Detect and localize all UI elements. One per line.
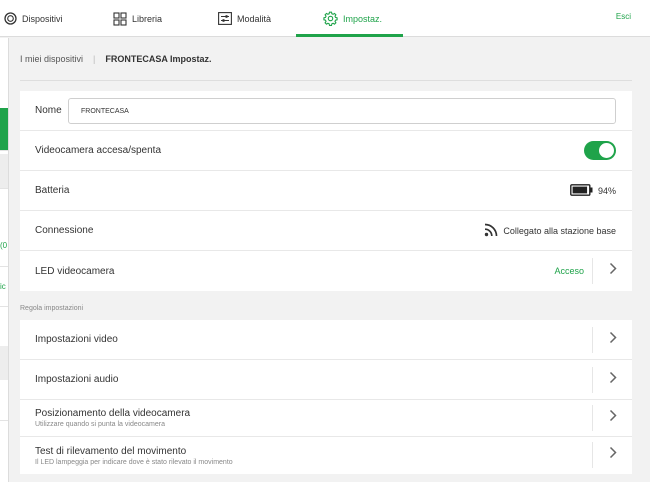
led-label: LED videocamera — [35, 265, 115, 277]
panel-divider — [0, 188, 8, 189]
led-row[interactable]: LED videocamera Acceso — [20, 251, 632, 291]
nav-settings[interactable]: Impostaz. — [323, 0, 382, 37]
chevron-right-icon — [609, 262, 617, 280]
positioning-chevron[interactable] — [592, 405, 632, 431]
device-settings-card: Nome Videocamera accesa/spenta Batteria … — [20, 91, 632, 291]
connection-label: Connessione — [35, 225, 94, 236]
led-chevron-button[interactable] — [592, 258, 632, 284]
nav-mode-label: Modalità — [237, 13, 272, 24]
breadcrumb-my-devices[interactable]: I miei dispositivi — [20, 54, 83, 64]
connection-status: Collegato alla stazione base — [484, 211, 616, 251]
panel-fragment-text: ic — [0, 282, 6, 291]
video-settings-row[interactable]: Impostazioni video — [20, 320, 632, 360]
name-row: Nome — [20, 91, 632, 131]
active-tab-indicator — [296, 34, 403, 37]
signal-icon — [484, 223, 498, 239]
name-label: Nome — [35, 105, 62, 116]
chevron-right-icon — [609, 409, 617, 427]
battery-value: 94% — [597, 186, 616, 196]
panel-divider — [0, 420, 8, 421]
nav-devices[interactable]: Dispositivi — [4, 0, 63, 37]
battery-status: 94% — [570, 171, 616, 211]
motion-test-row[interactable]: Test di rilevamento del movimento Il LED… — [20, 437, 632, 474]
name-input[interactable] — [68, 98, 616, 124]
nav-mode[interactable]: Modalità — [218, 0, 271, 37]
motion-test-subtitle: Il LED lampeggia per indicare dove è sta… — [35, 458, 233, 466]
positioning-text: Posizionamento della videocamera Utilizz… — [35, 408, 190, 428]
chevron-right-icon — [609, 371, 617, 389]
camera-power-toggle[interactable] — [584, 141, 616, 160]
sliders-icon — [218, 12, 232, 25]
connection-row: Connessione Collegato alla stazione base — [20, 211, 632, 251]
gear-icon — [323, 11, 338, 26]
breadcrumb-current: FRONTECASA Impostaz. — [105, 54, 212, 64]
device-list-panel: 0) ic — [0, 38, 9, 482]
motion-test-label: Test di rilevamento del movimento — [35, 445, 187, 457]
battery-row: Batteria 94% — [20, 171, 632, 211]
video-settings-chevron[interactable] — [592, 327, 632, 353]
audio-settings-row[interactable]: Impostazioni audio — [20, 360, 632, 400]
nav-devices-label: Dispositivi — [22, 13, 63, 24]
led-value: Acceso — [554, 266, 584, 276]
motion-test-text: Test di rilevamento del movimento Il LED… — [35, 446, 233, 466]
chevron-right-icon — [609, 331, 617, 349]
panel-divider — [0, 266, 8, 267]
camera-power-label: Videocamera accesa/spenta — [35, 145, 162, 156]
motion-test-chevron[interactable] — [592, 442, 632, 468]
nav-settings-label: Impostaz. — [343, 13, 383, 24]
battery-icon — [570, 184, 593, 198]
battery-label: Batteria — [35, 185, 70, 196]
grid-icon — [113, 11, 127, 26]
panel-row-bg — [0, 154, 8, 188]
devices-icon — [4, 12, 17, 25]
selected-device-marker — [0, 108, 8, 150]
breadcrumb-separator: | — [93, 54, 96, 64]
audio-settings-label: Impostazioni audio — [35, 374, 119, 385]
nav-library[interactable]: Libreria — [113, 0, 162, 37]
positioning-label: Posizionamento della videocamera — [35, 408, 191, 419]
toggle-knob — [599, 143, 614, 158]
positioning-row[interactable]: Posizionamento della videocamera Utilizz… — [20, 400, 632, 437]
panel-divider — [0, 306, 8, 307]
panel-divider — [0, 150, 8, 151]
positioning-subtitle: Utilizzare quando si punta la videocamer… — [35, 421, 165, 428]
breadcrumb-divider — [20, 80, 632, 81]
audio-settings-chevron[interactable] — [592, 367, 632, 393]
chevron-right-icon — [609, 446, 617, 464]
top-navigation: Dispositivi Libreria Modalità Impostaz. … — [0, 0, 650, 37]
section-title: Regola impostazioni — [20, 305, 84, 312]
panel-row-bg — [0, 346, 8, 380]
connection-value: Collegato alla stazione base — [503, 226, 616, 236]
breadcrumb: I miei dispositivi | FRONTECASA Impostaz… — [20, 53, 212, 65]
panel-fragment-text: 0) — [0, 241, 8, 250]
nav-library-label: Libreria — [132, 13, 163, 24]
adjust-settings-card: Impostazioni video Impostazioni audio Po… — [20, 320, 632, 474]
logout-link[interactable]: Esci — [616, 12, 631, 21]
camera-power-row: Videocamera accesa/spenta — [20, 131, 632, 171]
video-settings-label: Impostazioni video — [35, 334, 118, 345]
